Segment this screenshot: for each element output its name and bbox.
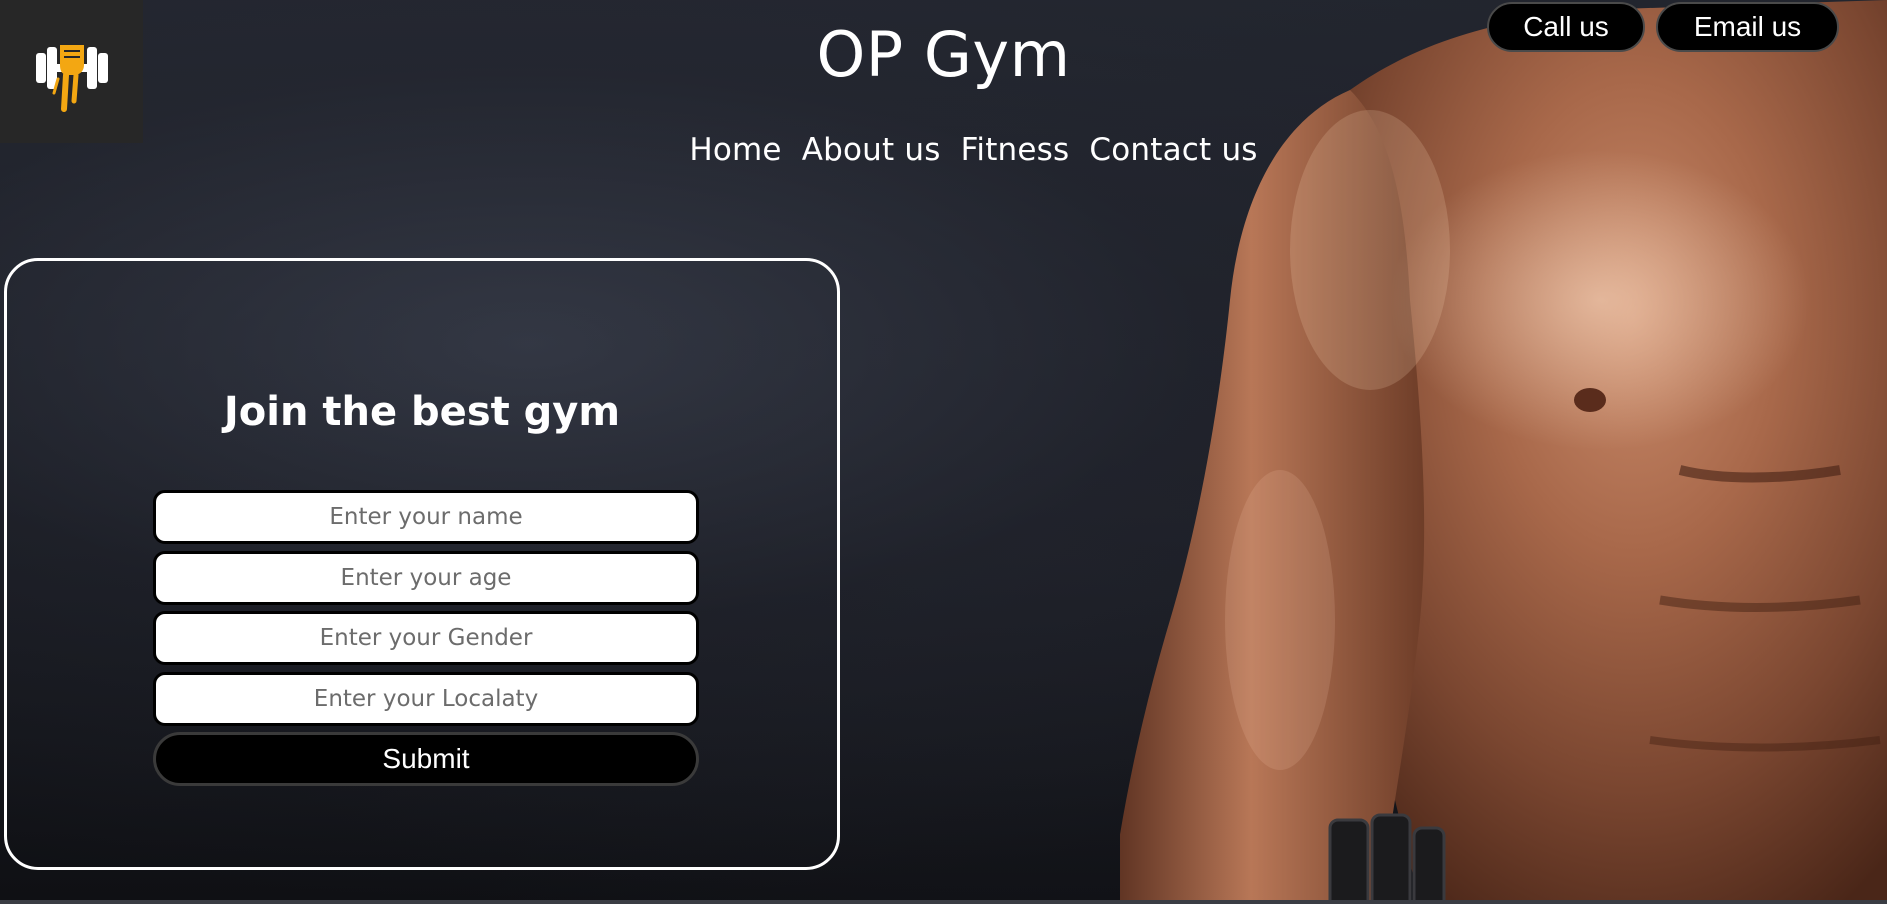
locality-input[interactable] [153, 672, 699, 726]
nav-contact-us[interactable]: Contact us [1089, 132, 1257, 168]
name-input[interactable] [153, 490, 699, 544]
form-heading: Join the best gym [223, 389, 621, 435]
gender-input[interactable] [153, 611, 699, 665]
page: OP Gym Home About us Fitness Contact us … [0, 0, 1887, 904]
nav-home[interactable]: Home [689, 132, 781, 168]
age-input[interactable] [153, 551, 699, 605]
main-nav: Home About us Fitness Contact us [0, 132, 1887, 168]
join-form-card: Join the best gym Submit [4, 258, 840, 870]
nav-about-us[interactable]: About us [802, 132, 941, 168]
email-us-button[interactable]: Email us [1656, 2, 1839, 52]
call-us-button[interactable]: Call us [1487, 2, 1645, 52]
bottom-divider [0, 900, 1887, 904]
submit-button[interactable]: Submit [153, 732, 699, 786]
nav-fitness[interactable]: Fitness [961, 132, 1070, 168]
